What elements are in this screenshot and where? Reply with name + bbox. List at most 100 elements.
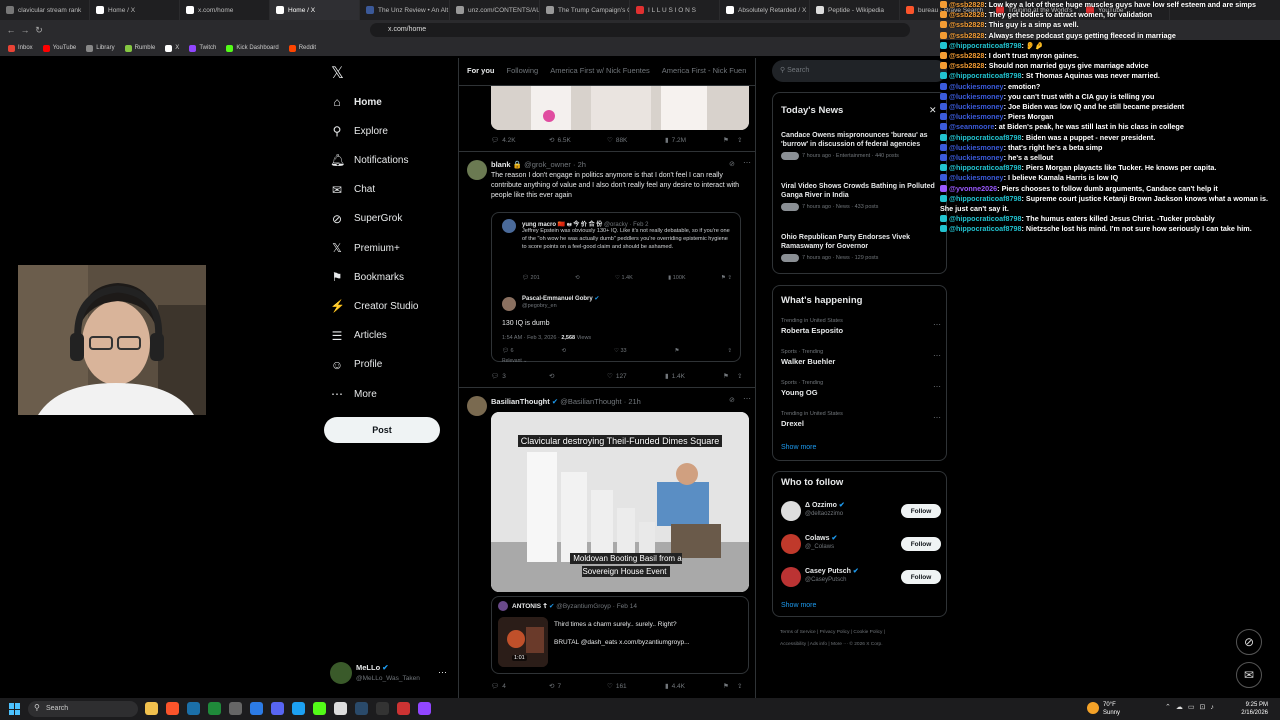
browser-tab[interactable]: x.com/home [180,0,270,20]
news-item[interactable]: Viral Video Shows Crowds Bathing in Poll… [781,182,937,211]
nav-item-chat[interactable]: ✉ Chat [330,180,375,200]
app-icon[interactable] [292,702,305,715]
follow-button[interactable]: Follow [901,537,941,551]
nav-item-home[interactable]: ⌂ Home [330,92,381,112]
quoted-thread[interactable]: yung macro 🇨🇳 ఆ 今 价 合 份 @oracky · Feb 2 … [491,212,741,364]
views-button[interactable]: ▮ 1.4K [665,372,723,381]
grok-icon[interactable]: ⊘ [729,160,735,168]
trend-item[interactable]: Sports · Trending Young OG ⋯ [781,380,941,397]
post-button[interactable]: Post [324,417,440,443]
timeline-tab[interactable]: America First w/ Nick Fuentes [550,66,650,77]
app-icon[interactable] [334,702,347,715]
bookmark-item[interactable]: Rumble [124,44,155,52]
nav-item-notifications[interactable]: 🔔︎ Notifications [330,150,408,170]
bookmark-icon[interactable]: ⚑ [723,682,737,690]
settings-icon[interactable] [229,702,242,715]
reload-icon[interactable]: ↻ [32,25,46,36]
footer-links-1[interactable]: Terms of Service | Privacy Policy | Cook… [780,630,885,635]
forward-icon[interactable]: → [18,25,32,35]
trend-more-icon[interactable]: ⋯ [933,351,941,360]
reply-button[interactable]: 💬︎ 4 [491,682,549,691]
views-button[interactable]: ▮ 4.4K [665,682,723,691]
avatar[interactable] [467,160,487,180]
nav-item-creator-studio[interactable]: ⚡ Creator Studio [330,296,418,316]
bookmark-icon[interactable]: ⚑ [723,372,737,380]
show-more-trends[interactable]: Show more [781,444,816,451]
share-icon[interactable]: ⇪ [737,372,751,380]
bookmark-item[interactable]: YouTube [42,44,76,52]
browser-tab[interactable]: Absolutely Retarded / X [720,0,810,20]
grok-icon[interactable]: ⊘ [729,396,735,404]
follow-suggestion[interactable]: Δ Ozzimo ✔ @deltaozzimo Follow [781,500,941,524]
timeline-tab[interactable]: Following [507,66,539,77]
browser-tab[interactable]: The Unz Review • An Alt [360,0,450,20]
brave-icon[interactable] [166,702,179,715]
like-button[interactable]: ♡ 127 [607,372,665,381]
bookmark-icon[interactable]: ⚑ [723,136,737,144]
browser-tab[interactable]: clavicular stream rank [0,0,90,20]
trend-more-icon[interactable]: ⋯ [933,382,941,391]
like-button[interactable]: ♡ 88K [607,136,665,145]
repost-button[interactable]: ⟲ [549,372,607,380]
share-icon[interactable]: ⇪ [737,136,751,144]
follow-suggestion[interactable]: Colaws ✔ @_Colaws Follow [781,533,941,557]
bookmark-item[interactable]: Inbox [8,44,33,52]
avatar[interactable] [467,396,487,416]
windows-start-icon[interactable] [9,703,21,715]
post-2-video[interactable]: Clavicular destroying Theil-Funded Dimes… [491,412,749,592]
app-icon[interactable] [418,702,431,715]
browser-tab[interactable]: Home / X [90,0,180,20]
messages-float-icon[interactable]: ✉ [1236,662,1262,688]
grok-float-icon[interactable]: ⊘ [1236,629,1262,655]
post-more-icon[interactable]: ⋯ [743,394,751,403]
browser-tab[interactable]: Home / X [270,0,360,20]
file-explorer-icon[interactable] [145,702,158,715]
excel-icon[interactable] [208,702,221,715]
repost-button[interactable]: ⟲ 6.5K [549,136,607,145]
timeline-tab[interactable]: America First - Nick Fuen [662,66,747,77]
clock[interactable]: 9:25 PM 2/16/2026 [1241,701,1268,717]
system-tray-icons[interactable]: ⌃☁▭⊡♪ [1165,703,1219,711]
search-input[interactable]: ⚲ Search [772,60,947,82]
trend-more-icon[interactable]: ⋯ [933,320,941,329]
taskbar-search[interactable]: Search [28,701,138,717]
back-icon[interactable]: ← [4,25,18,35]
app-icon[interactable] [355,702,368,715]
show-more-follow[interactable]: Show more [781,602,816,609]
relevant-dropdown[interactable]: Relevant ⌄ [502,358,527,364]
views-button[interactable]: ▮ 7.2M [665,136,723,145]
kick-icon[interactable] [313,702,326,715]
reply-button[interactable]: 💬︎ 4.2K [491,136,549,145]
bookmark-item[interactable]: Kick Dashboard [226,44,279,52]
bookmark-item[interactable]: Reddit [288,44,316,52]
address-bar[interactable]: x.com/home [370,23,910,37]
nav-item-profile[interactable]: ☺ Profile [330,355,383,375]
post-more-icon[interactable]: ⋯ [743,158,751,167]
account-avatar[interactable] [330,662,352,684]
browser-tab[interactable]: The Trump Campaign's C [540,0,630,20]
nav-item-supergrok[interactable]: ⊘ SuperGrok [330,209,402,229]
trend-item[interactable]: Trending in United States Drexel ⋯ [781,411,941,428]
browser-tab[interactable]: I L L U S I O N S [630,0,720,20]
news-item[interactable]: Candace Owens mispronounces 'bureau' as … [781,131,937,160]
weather-widget[interactable]: 70°F Sunny [1103,701,1120,717]
close-icon[interactable]: ✕ [929,105,937,116]
browser-tab[interactable]: Peptide - Wikipedia [810,0,900,20]
obs-icon[interactable] [397,702,410,715]
follow-suggestion[interactable]: Casey Putsch ✔ @CaseyPutsch Follow [781,566,941,590]
bookmark-item[interactable]: Library [86,44,115,52]
bookmark-item[interactable]: X [165,44,179,52]
repost-button[interactable]: ⟲ 7 [549,682,607,691]
trend-item[interactable]: Trending in United States Roberta Esposit… [781,318,941,335]
x-logo-icon[interactable]: 𝕏 [331,63,344,83]
share-icon[interactable]: ⇪ [737,682,751,690]
trend-more-icon[interactable]: ⋯ [933,413,941,422]
nav-item-premium-[interactable]: 𝕏 Premium+ [330,238,400,258]
news-item[interactable]: Ohio Republican Party Endorses Vivek Ram… [781,233,937,262]
nav-item-explore[interactable]: ⚲ Explore [330,121,388,141]
nav-item-bookmarks[interactable]: ⚑ Bookmarks [330,267,404,287]
discord-icon[interactable] [271,702,284,715]
quote-video-thumbnail[interactable]: 1:01 [498,617,548,667]
browser-tab[interactable]: unz.com/CONTENTS/AU [450,0,540,20]
follow-button[interactable]: Follow [901,504,941,518]
